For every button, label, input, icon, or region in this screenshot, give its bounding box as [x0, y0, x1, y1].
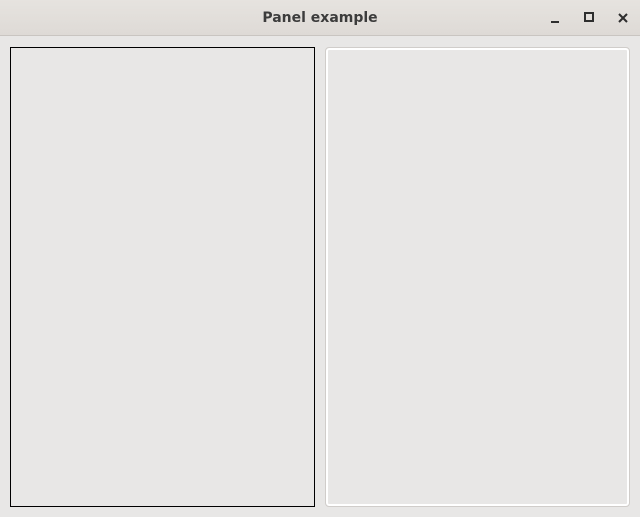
window-controls — [538, 0, 640, 36]
window-content — [0, 36, 640, 517]
left-panel — [10, 47, 315, 507]
app-window: Panel example — [0, 0, 640, 517]
right-panel — [325, 47, 630, 507]
minimize-button[interactable] — [538, 0, 572, 36]
close-button[interactable] — [606, 0, 640, 36]
minimize-icon — [551, 21, 559, 23]
maximize-button[interactable] — [572, 0, 606, 36]
maximize-icon — [584, 12, 594, 22]
close-icon — [618, 13, 628, 23]
title-bar[interactable]: Panel example — [0, 0, 640, 36]
